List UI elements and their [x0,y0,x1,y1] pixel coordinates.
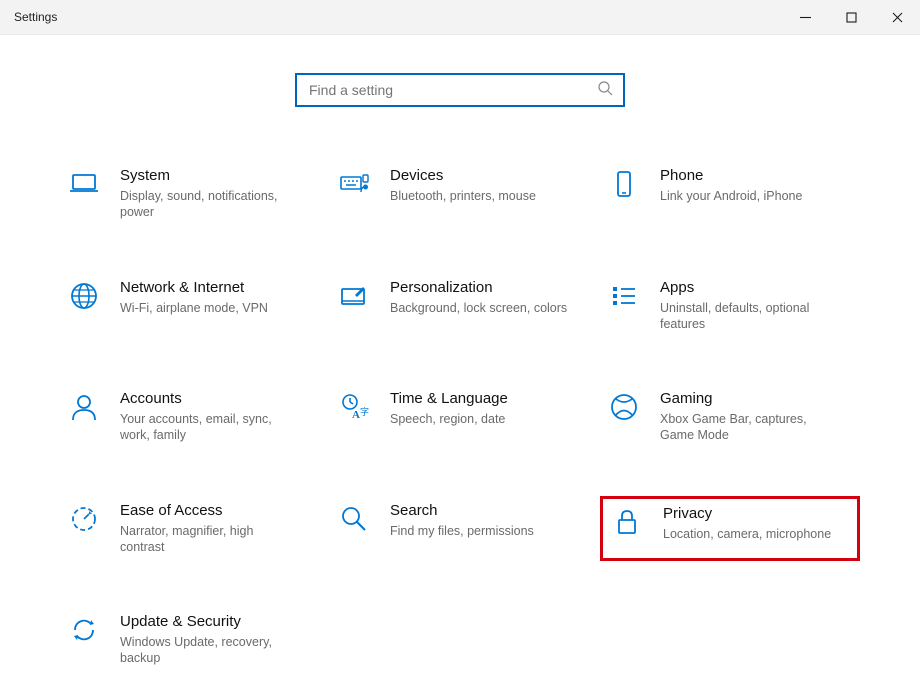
maximize-icon [846,12,857,23]
sync-icon [66,613,102,649]
tile-apps[interactable]: Apps Uninstall, defaults, optional featur… [600,273,860,339]
tile-privacy[interactable]: Privacy Location, camera, microphone [600,496,860,562]
tile-search[interactable]: Search Find my files, permissions [330,496,590,562]
tile-title: Time & Language [390,390,508,407]
maximize-button[interactable] [828,0,874,34]
magnifier-icon [336,502,372,538]
tile-system[interactable]: System Display, sound, notifications, pow… [60,161,320,227]
search-input[interactable] [307,81,597,99]
tile-desc: Windows Update, recovery, backup [120,634,300,667]
tile-desc: Find my files, permissions [390,523,534,539]
tile-title: Devices [390,167,536,184]
tile-title: Apps [660,279,840,296]
window-title: Settings [14,10,57,24]
tile-title: Ease of Access [120,502,300,519]
tile-title: System [120,167,300,184]
tile-time-language[interactable]: A字 Time & Language Speech, region, date [330,384,590,450]
tile-title: Privacy [663,505,831,522]
tile-title: Network & Internet [120,279,268,296]
tile-desc: Location, camera, microphone [663,526,831,542]
paintbrush-icon [336,279,372,315]
tile-title: Gaming [660,390,840,407]
tile-desc: Wi-Fi, airplane mode, VPN [120,300,268,316]
tile-phone[interactable]: Phone Link your Android, iPhone [600,161,860,227]
person-icon [66,390,102,426]
tile-title: Accounts [120,390,300,407]
tile-desc: Link your Android, iPhone [660,188,802,204]
tile-desc: Display, sound, notifications, power [120,188,300,221]
tile-title: Personalization [390,279,567,296]
tile-ease-of-access[interactable]: Ease of Access Narrator, magnifier, high … [60,496,320,562]
tile-desc: Bluetooth, printers, mouse [390,188,536,204]
phone-icon [606,167,642,203]
tile-desc: Your accounts, email, sync, work, family [120,411,300,444]
close-button[interactable] [874,0,920,34]
globe-icon [66,279,102,315]
svg-text:A: A [352,409,360,421]
tile-desc: Narrator, magnifier, high contrast [120,523,300,556]
laptop-icon [66,167,102,203]
tile-gaming[interactable]: Gaming Xbox Game Bar, captures, Game Mode [600,384,860,450]
tile-desc: Background, lock screen, colors [390,300,567,316]
svg-text:字: 字 [360,406,369,417]
tile-accounts[interactable]: Accounts Your accounts, email, sync, work… [60,384,320,450]
search-icon [597,80,613,101]
tile-title: Update & Security [120,613,300,630]
search-box[interactable] [295,73,625,107]
tile-personalization[interactable]: Personalization Background, lock screen, … [330,273,590,339]
keyboard-icon [336,167,372,203]
lock-icon [609,505,645,541]
time-language-icon: A字 [336,390,372,426]
xbox-icon [606,390,642,426]
tile-desc: Uninstall, defaults, optional features [660,300,840,333]
minimize-icon [800,12,811,23]
tile-devices[interactable]: Devices Bluetooth, printers, mouse [330,161,590,227]
close-icon [892,12,903,23]
tile-network[interactable]: Network & Internet Wi-Fi, airplane mode, … [60,273,320,339]
tile-desc: Xbox Game Bar, captures, Game Mode [660,411,840,444]
search-container [0,73,920,107]
tile-title: Phone [660,167,802,184]
window-controls [782,0,920,34]
titlebar: Settings [0,0,920,35]
ease-of-access-icon [66,502,102,538]
tile-update-security[interactable]: Update & Security Windows Update, recover… [60,607,320,673]
minimize-button[interactable] [782,0,828,34]
tile-title: Search [390,502,534,519]
settings-grid: System Display, sound, notifications, pow… [60,161,860,673]
apps-list-icon [606,279,642,315]
content-area: System Display, sound, notifications, pow… [0,35,920,673]
tile-desc: Speech, region, date [390,411,508,427]
